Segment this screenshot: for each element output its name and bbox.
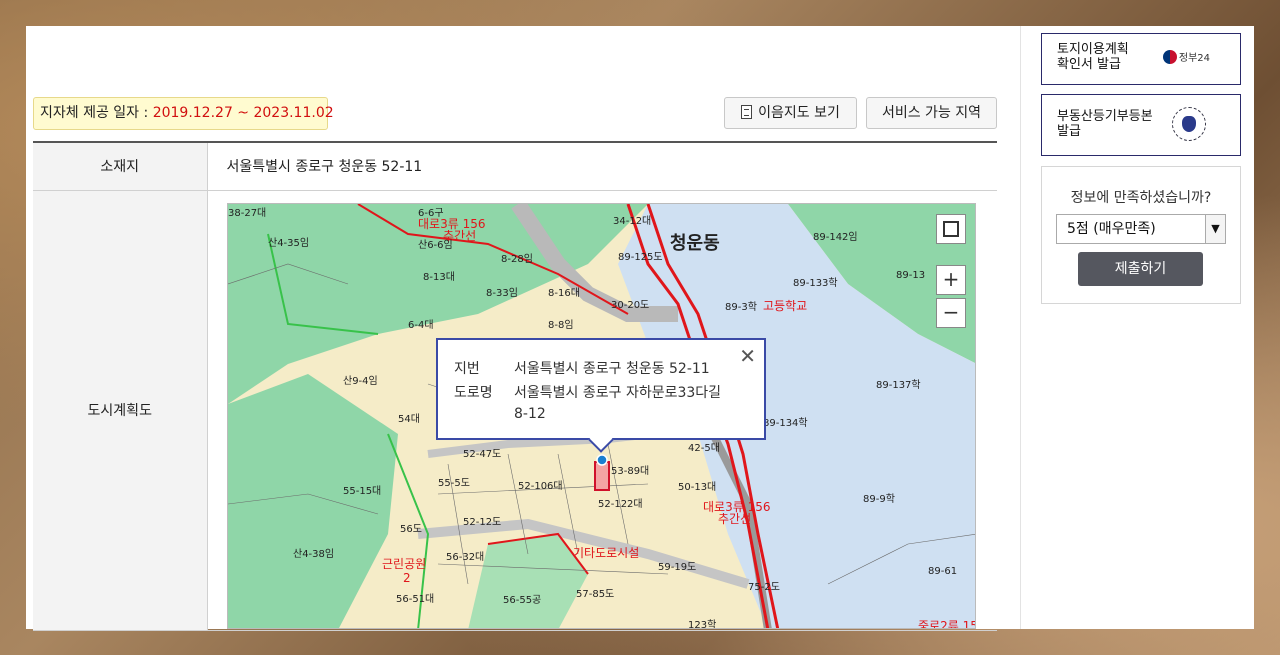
map-label: 8-28임	[501, 252, 533, 265]
map-label: 89-133학	[793, 277, 838, 289]
zoom-out-icon: −	[942, 300, 960, 324]
close-icon[interactable]: ✕	[739, 344, 756, 368]
page-frame: 지자체 제공 일자 : 2019.12.27 ~ 2023.11.02 이음지도…	[26, 26, 1254, 631]
right-sidebar: 토지이용계획 확인서 발급 정부24 부동산등기부등본 발급 정보에 만족하셨습…	[1020, 26, 1254, 629]
popup-jibun-value: 서울특별시 종로구 청운동 52-11	[514, 361, 710, 377]
location-header: 소재지	[33, 142, 208, 191]
map-label: 2	[403, 571, 411, 585]
map-label: 8-8임	[548, 318, 574, 331]
map-label: 59-19도	[658, 562, 696, 573]
map-label: 8-13대	[423, 271, 455, 283]
popup-road-value: 서울특별시 종로구 자하문로33다길	[514, 385, 722, 401]
fullscreen-icon	[943, 221, 959, 237]
map-label: 산4-38임	[293, 547, 334, 560]
map-label: 고등학교	[763, 299, 807, 313]
map-label: 89-9학	[863, 493, 895, 505]
registry-copy-button[interactable]: 부동산등기부등본 발급	[1041, 94, 1241, 156]
location-value: 서울특별시 종로구 청운동 52-11	[207, 142, 997, 191]
popup-road-label: 도로명	[454, 385, 493, 401]
popup-jibun-label: 지번	[454, 361, 480, 377]
map-label: 8-33임	[486, 286, 518, 299]
map-label: 42-5대	[688, 442, 720, 454]
map-label: 75-2도	[748, 582, 780, 593]
provided-date-badge: 지자체 제공 일자 : 2019.12.27 ~ 2023.11.02	[33, 97, 334, 130]
map-label: 추간선	[718, 512, 751, 526]
rating-selected-value: 5점 (매우만족)	[1067, 221, 1156, 237]
submit-button[interactable]: 제출하기	[1078, 252, 1203, 286]
gov24-logo-text: 정부24	[1178, 53, 1210, 64]
map-label: 34-12대	[613, 215, 651, 227]
table-row-location: 소재지 서울특별시 종로구 청운동 52-11	[33, 142, 997, 191]
service-area-button-label: 서비스 가능 지역	[881, 105, 982, 121]
map-label: 89-142임	[813, 230, 858, 243]
chevron-down-icon: ▼	[1205, 215, 1225, 243]
map-label: 근린공원	[382, 557, 426, 571]
map-label: 89-61	[928, 566, 957, 577]
registry-line1: 부동산등기부등본	[1057, 109, 1153, 124]
map-label: 중로2류 150	[918, 619, 976, 629]
fullscreen-button[interactable]	[936, 214, 966, 244]
popup-jibun-row: 지번 서울특별시 종로구 청운동 52-11	[454, 358, 710, 378]
provided-date-range: 2019.12.27 ~ 2023.11.02	[152, 105, 334, 121]
map-label: 산9-4임	[343, 374, 378, 387]
gov24-logo: 정부24	[1162, 50, 1210, 66]
land-plan-line2: 확인서 발급	[1057, 57, 1121, 72]
city-plan-map[interactable]: 38-27대 6-6구 대로3류 156 추간선 산6-6임 산4-35임 8-28임 8-1…	[227, 203, 976, 629]
map-label: 38-27대	[228, 207, 266, 219]
court-seal-icon	[1172, 107, 1206, 141]
map-label: 57-85도	[576, 589, 614, 600]
provided-date-label: 지자체 제공 일자 :	[40, 105, 153, 121]
map-label: 산6-6임	[418, 238, 453, 251]
map-label: 56-55공	[503, 594, 541, 606]
satisfaction-survey: 정보에 만족하셨습니까? 5점 (매우만족) ▼ 제출하기	[1041, 166, 1241, 304]
taegeuk-icon	[1162, 50, 1177, 64]
map-label: 55-15대	[343, 485, 381, 497]
map-label: 55-5도	[438, 478, 470, 489]
map-label: 52-106대	[518, 480, 563, 492]
map-label: 기타도로시설	[573, 546, 639, 560]
map-label: 산4-35임	[268, 236, 309, 249]
map-label: 89-125도	[618, 252, 663, 263]
map-label: 50-13대	[678, 481, 716, 493]
map-label: 30-20도	[611, 300, 649, 311]
map-label: 89-3학	[725, 301, 757, 313]
parcel-popup: 지번 서울특별시 종로구 청운동 52-11 도로명 서울특별시 종로구 자하문로3…	[436, 338, 766, 453]
service-area-button[interactable]: 서비스 가능 지역	[866, 97, 997, 129]
zoom-in-button[interactable]: +	[936, 265, 966, 295]
map-label: 89-13	[896, 270, 925, 281]
popup-road-row: 도로명 서울특별시 종로구 자하문로33다길	[454, 382, 721, 402]
map-label: 89-137학	[876, 379, 921, 391]
document-icon	[741, 105, 753, 119]
registry-line2: 발급	[1057, 124, 1081, 139]
map-label: 6-4대	[408, 319, 434, 331]
map-label: 56도	[400, 524, 422, 535]
map-label: 52-12도	[463, 517, 501, 528]
map-label: 52-122대	[598, 498, 643, 510]
popup-road-value-2: 8-12	[514, 406, 546, 422]
map-label: 52-47도	[463, 449, 501, 460]
plan-header: 도시계획도	[33, 190, 208, 631]
map-label: 53-89대	[611, 465, 649, 477]
map-label: 89-134학	[763, 417, 808, 429]
usage-map-button[interactable]: 이음지도 보기	[724, 97, 857, 129]
map-label: 56-32대	[446, 551, 484, 563]
map-label: 8-16대	[548, 287, 580, 299]
land-plan-line1: 토지이용계획	[1057, 42, 1129, 57]
rating-select[interactable]: 5점 (매우만족) ▼	[1056, 214, 1226, 244]
map-label: 54대	[398, 413, 420, 425]
usage-map-button-label: 이음지도 보기	[758, 105, 840, 121]
map-label: 123학	[688, 619, 716, 629]
zoom-in-icon: +	[942, 267, 960, 291]
survey-question: 정보에 만족하셨습니까?	[1070, 190, 1212, 206]
map-label: 56-51대	[396, 593, 434, 605]
main-content: 지자체 제공 일자 : 2019.12.27 ~ 2023.11.02 이음지도…	[26, 26, 1020, 631]
zoom-out-button[interactable]: −	[936, 298, 966, 328]
land-plan-certificate-button[interactable]: 토지이용계획 확인서 발급 정부24	[1041, 33, 1241, 85]
district-name: 청운동	[670, 233, 720, 254]
